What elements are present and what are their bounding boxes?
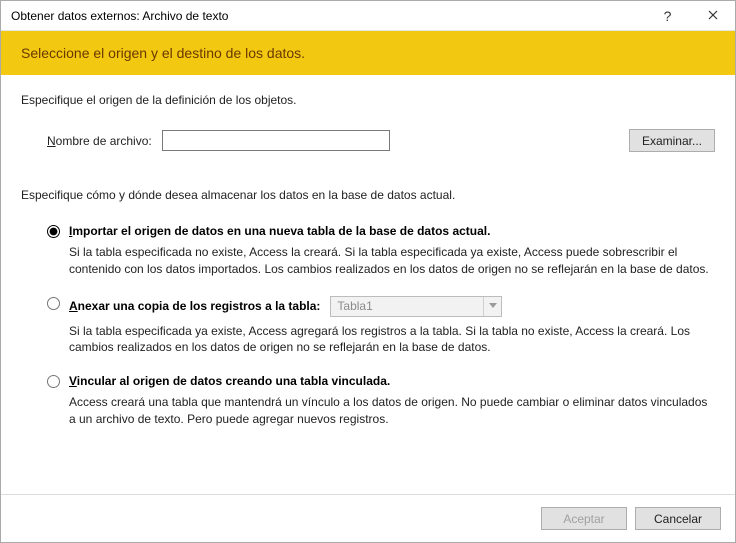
close-icon — [708, 9, 718, 23]
combo-dropdown-button[interactable] — [483, 297, 501, 316]
option-import-title: Importar el origen de datos en una nueva… — [69, 224, 715, 238]
source-heading: Especifique el origen de la definición d… — [21, 93, 715, 107]
option-import: Importar el origen de datos en una nueva… — [47, 224, 715, 278]
filename-label: Nombre de archivo: — [47, 134, 152, 148]
filename-input[interactable] — [162, 130, 391, 151]
banner: Seleccione el origen y el destino de los… — [1, 31, 735, 75]
dialog-window: Obtener datos externos: Archivo de texto… — [0, 0, 736, 543]
storage-heading: Especifique cómo y dónde desea almacenar… — [21, 188, 715, 202]
radio-link[interactable] — [47, 375, 60, 388]
banner-heading: Seleccione el origen y el destino de los… — [21, 45, 305, 61]
help-icon: ? — [664, 8, 672, 24]
option-append: Anexar una copia de los registros a la t… — [47, 296, 715, 357]
window-title: Obtener datos externos: Archivo de texto — [11, 9, 645, 23]
option-append-desc: Si la tabla especificada ya existe, Acce… — [69, 323, 715, 357]
option-link-desc: Access creará una tabla que mantendrá un… — [69, 394, 715, 428]
storage-options: Importar el origen de datos en una nueva… — [47, 224, 715, 428]
option-link: Vincular al origen de datos creando una … — [47, 374, 715, 428]
chevron-down-icon — [489, 303, 497, 309]
radio-append[interactable] — [47, 297, 60, 310]
ok-button[interactable]: Aceptar — [541, 507, 627, 530]
help-button[interactable]: ? — [645, 1, 690, 31]
close-button[interactable] — [690, 1, 735, 31]
cancel-button[interactable]: Cancelar — [635, 507, 721, 530]
option-import-desc: Si la tabla especificada no existe, Acce… — [69, 244, 715, 278]
content-area: Especifique el origen de la definición d… — [1, 75, 735, 494]
append-table-combo[interactable]: Tabla1 — [330, 296, 502, 317]
browse-button[interactable]: Examinar... — [629, 129, 715, 152]
append-table-value: Tabla1 — [331, 299, 483, 313]
option-link-title: Vincular al origen de datos creando una … — [69, 374, 715, 388]
titlebar: Obtener datos externos: Archivo de texto… — [1, 1, 735, 31]
option-append-title: Anexar una copia de los registros a la t… — [69, 299, 320, 313]
filename-row: Nombre de archivo: Examinar... — [47, 129, 715, 152]
dialog-footer: Aceptar Cancelar — [1, 494, 735, 542]
radio-import[interactable] — [47, 225, 60, 238]
